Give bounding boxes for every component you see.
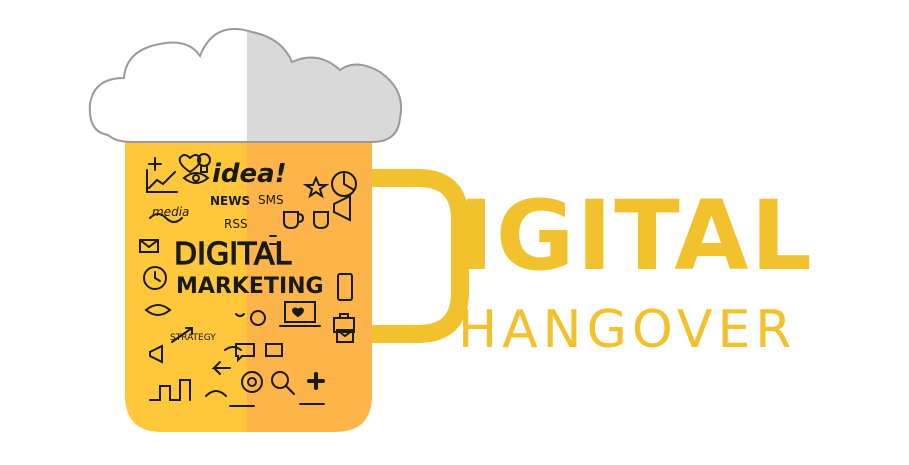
mug-handle: [372, 169, 469, 343]
word-sms: SMS: [258, 193, 284, 207]
word-rss: RSS: [224, 217, 248, 231]
word-marketing: MARKETING: [176, 274, 324, 299]
brand-word-hangover: HANGOVER: [458, 300, 797, 360]
word-idea: idea!: [212, 159, 287, 189]
brand-word-digital: IGITAL: [458, 180, 814, 292]
word-digital: DIGITAL: [174, 237, 292, 272]
word-news: NEWS: [210, 194, 250, 208]
beer-foam: [88, 28, 402, 143]
word-media: media: [152, 205, 189, 219]
word-strategy: STRATEGY: [170, 333, 216, 343]
